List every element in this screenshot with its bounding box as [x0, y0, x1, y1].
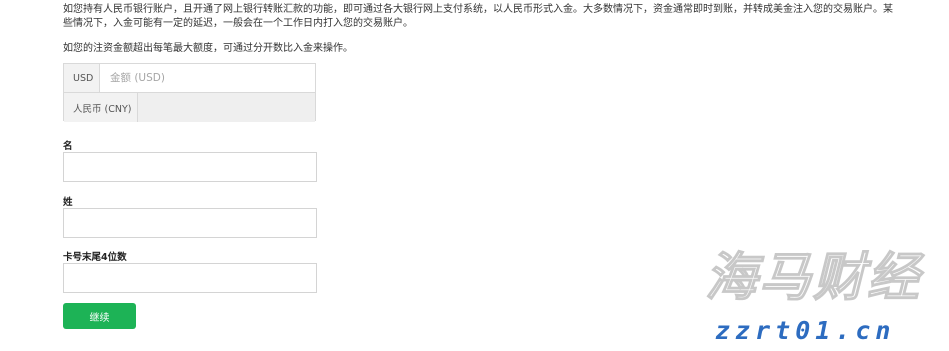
- usd-row: USD: [64, 64, 315, 92]
- first-name-label: 名: [63, 141, 73, 152]
- watermark: 海马财经 zzrt01.cn: [704, 246, 945, 351]
- last-name-label: 姓: [63, 197, 73, 208]
- cny-label: 人民币 (CNY): [64, 93, 138, 122]
- usd-label: USD: [64, 64, 100, 92]
- continue-button[interactable]: 继续: [63, 303, 136, 329]
- watermark-title: 海马财经: [704, 247, 922, 308]
- intro-paragraph: 如您持有人民币银行账户，且开通了网上银行转账汇款的功能，即可通过各大银行网上支付…: [63, 4, 893, 29]
- watermark-url: zzrt01.cn: [715, 316, 896, 345]
- usd-amount-input[interactable]: [100, 64, 315, 92]
- cny-row: 人民币 (CNY): [64, 92, 315, 122]
- card-last4-label: 卡号末尾4位数: [63, 252, 127, 263]
- cny-amount-display: [138, 93, 315, 122]
- first-name-field[interactable]: [63, 152, 317, 182]
- last-name-field[interactable]: [63, 208, 317, 238]
- amount-group: USD 人民币 (CNY): [63, 63, 316, 122]
- card-last4-field[interactable]: [63, 263, 317, 293]
- limit-note: 如您的注资金额超出每笔最大额度，可通过分开数比入金来操作。: [63, 43, 353, 54]
